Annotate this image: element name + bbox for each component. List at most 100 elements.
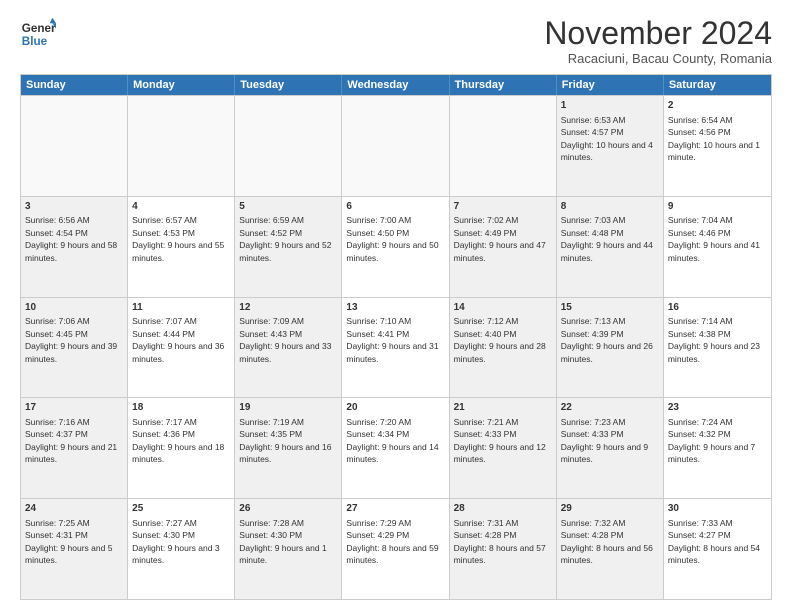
cal-cell-0-0	[21, 96, 128, 196]
header-monday: Monday	[128, 75, 235, 95]
cal-cell-2-6: 16Sunrise: 7:14 AM Sunset: 4:38 PM Dayli…	[664, 298, 771, 398]
cell-info: Sunrise: 7:28 AM Sunset: 4:30 PM Dayligh…	[239, 518, 326, 565]
cal-cell-4-6: 30 Sunrise: 7:33 AM Sunset: 4:27 PM Dayli…	[664, 499, 771, 599]
cell-info: Sunrise: 6:57 AM Sunset: 4:53 PM Dayligh…	[132, 215, 224, 262]
calendar-row-1: 3Sunrise: 6:56 AM Sunset: 4:54 PM Daylig…	[21, 196, 771, 297]
calendar-row-2: 10Sunrise: 7:06 AM Sunset: 4:45 PM Dayli…	[21, 297, 771, 398]
calendar-row-4: 24 Sunrise: 7:25 AM Sunset: 4:31 PM Dayli…	[21, 498, 771, 599]
cal-cell-2-3: 13Sunrise: 7:10 AM Sunset: 4:41 PM Dayli…	[342, 298, 449, 398]
day-number: 14	[454, 301, 552, 315]
cell-info: Sunrise: 7:29 AM Sunset: 4:29 PM Dayligh…	[346, 518, 438, 565]
cal-cell-4-5: 29 Sunrise: 7:32 AM Sunset: 4:28 PM Dayli…	[557, 499, 664, 599]
cal-cell-1-6: 9Sunrise: 7:04 AM Sunset: 4:46 PM Daylig…	[664, 197, 771, 297]
calendar: Sunday Monday Tuesday Wednesday Thursday…	[20, 74, 772, 600]
calendar-row-0: 1Sunrise: 6:53 AM Sunset: 4:57 PM Daylig…	[21, 95, 771, 196]
day-number: 13	[346, 301, 444, 315]
cal-cell-0-1	[128, 96, 235, 196]
day-number: 12	[239, 301, 337, 315]
day-number: 23	[668, 401, 767, 415]
logo-icon: General Blue	[20, 16, 56, 52]
cell-info: Sunrise: 7:14 AM Sunset: 4:38 PM Dayligh…	[668, 316, 760, 363]
month-title: November 2024	[544, 16, 772, 51]
cal-cell-1-4: 7Sunrise: 7:02 AM Sunset: 4:49 PM Daylig…	[450, 197, 557, 297]
cal-cell-0-6: 2 Sunrise: 6:54 AM Sunset: 4:56 PM Daylig…	[664, 96, 771, 196]
day-number: 18	[132, 401, 230, 415]
cal-cell-0-5: 1Sunrise: 6:53 AM Sunset: 4:57 PM Daylig…	[557, 96, 664, 196]
day-number: 26	[239, 502, 337, 516]
cell-info: Sunrise: 7:04 AM Sunset: 4:46 PM Dayligh…	[668, 215, 760, 262]
header-saturday: Saturday	[664, 75, 771, 95]
location-subtitle: Racaciuni, Bacau County, Romania	[544, 51, 772, 66]
day-number: 4	[132, 200, 230, 214]
day-number: 30	[668, 502, 767, 516]
cal-cell-2-2: 12Sunrise: 7:09 AM Sunset: 4:43 PM Dayli…	[235, 298, 342, 398]
cal-cell-2-0: 10Sunrise: 7:06 AM Sunset: 4:45 PM Dayli…	[21, 298, 128, 398]
cell-info: Sunrise: 7:31 AM Sunset: 4:28 PM Dayligh…	[454, 518, 546, 565]
cal-cell-1-5: 8Sunrise: 7:03 AM Sunset: 4:48 PM Daylig…	[557, 197, 664, 297]
cell-info: Sunrise: 7:25 AM Sunset: 4:31 PM Dayligh…	[25, 518, 112, 565]
cell-info: Sunrise: 7:02 AM Sunset: 4:49 PM Dayligh…	[454, 215, 546, 262]
cal-cell-0-4	[450, 96, 557, 196]
svg-text:Blue: Blue	[22, 35, 48, 48]
cell-info: Sunrise: 7:19 AM Sunset: 4:35 PM Dayligh…	[239, 417, 331, 464]
header-friday: Friday	[557, 75, 664, 95]
cal-cell-1-3: 6Sunrise: 7:00 AM Sunset: 4:50 PM Daylig…	[342, 197, 449, 297]
logo: General Blue	[20, 16, 56, 52]
cell-info: Sunrise: 7:33 AM Sunset: 4:27 PM Dayligh…	[668, 518, 760, 565]
cal-cell-4-4: 28Sunrise: 7:31 AM Sunset: 4:28 PM Dayli…	[450, 499, 557, 599]
cell-info: Sunrise: 7:21 AM Sunset: 4:33 PM Dayligh…	[454, 417, 546, 464]
cal-cell-4-1: 25Sunrise: 7:27 AM Sunset: 4:30 PM Dayli…	[128, 499, 235, 599]
cal-cell-3-0: 17Sunrise: 7:16 AM Sunset: 4:37 PM Dayli…	[21, 398, 128, 498]
day-number: 22	[561, 401, 659, 415]
cal-cell-3-1: 18 Sunrise: 7:17 AM Sunset: 4:36 PM Dayli…	[128, 398, 235, 498]
cell-info: Sunrise: 6:59 AM Sunset: 4:52 PM Dayligh…	[239, 215, 331, 262]
day-number: 19	[239, 401, 337, 415]
cal-cell-3-5: 22 Sunrise: 7:23 AM Sunset: 4:33 PM Dayli…	[557, 398, 664, 498]
header-tuesday: Tuesday	[235, 75, 342, 95]
cal-cell-4-0: 24 Sunrise: 7:25 AM Sunset: 4:31 PM Dayli…	[21, 499, 128, 599]
cell-info: Sunrise: 7:23 AM Sunset: 4:33 PM Dayligh…	[561, 417, 648, 464]
cell-info: Sunrise: 7:17 AM Sunset: 4:36 PM Dayligh…	[132, 417, 224, 464]
header-thursday: Thursday	[450, 75, 557, 95]
cell-info: Sunrise: 6:54 AM Sunset: 4:56 PM Dayligh…	[668, 115, 760, 162]
cell-info: Sunrise: 7:09 AM Sunset: 4:43 PM Dayligh…	[239, 316, 331, 363]
cell-info: Sunrise: 7:10 AM Sunset: 4:41 PM Dayligh…	[346, 316, 438, 363]
cal-cell-2-5: 15Sunrise: 7:13 AM Sunset: 4:39 PM Dayli…	[557, 298, 664, 398]
cell-info: Sunrise: 7:24 AM Sunset: 4:32 PM Dayligh…	[668, 417, 755, 464]
day-number: 2	[668, 99, 767, 113]
title-section: November 2024 Racaciuni, Bacau County, R…	[544, 16, 772, 66]
cal-cell-0-3	[342, 96, 449, 196]
header-sunday: Sunday	[21, 75, 128, 95]
cal-cell-3-2: 19 Sunrise: 7:19 AM Sunset: 4:35 PM Dayli…	[235, 398, 342, 498]
cal-cell-4-2: 26 Sunrise: 7:28 AM Sunset: 4:30 PM Dayli…	[235, 499, 342, 599]
cell-info: Sunrise: 7:32 AM Sunset: 4:28 PM Dayligh…	[561, 518, 653, 565]
cal-cell-1-0: 3Sunrise: 6:56 AM Sunset: 4:54 PM Daylig…	[21, 197, 128, 297]
cal-cell-3-4: 21Sunrise: 7:21 AM Sunset: 4:33 PM Dayli…	[450, 398, 557, 498]
day-number: 11	[132, 301, 230, 315]
cell-info: Sunrise: 7:03 AM Sunset: 4:48 PM Dayligh…	[561, 215, 653, 262]
cell-info: Sunrise: 7:16 AM Sunset: 4:37 PM Dayligh…	[25, 417, 117, 464]
header-wednesday: Wednesday	[342, 75, 449, 95]
cell-info: Sunrise: 7:06 AM Sunset: 4:45 PM Dayligh…	[25, 316, 117, 363]
day-number: 24	[25, 502, 123, 516]
svg-text:General: General	[22, 22, 56, 35]
cell-info: Sunrise: 7:07 AM Sunset: 4:44 PM Dayligh…	[132, 316, 224, 363]
cell-info: Sunrise: 7:12 AM Sunset: 4:40 PM Dayligh…	[454, 316, 546, 363]
cell-info: Sunrise: 6:56 AM Sunset: 4:54 PM Dayligh…	[25, 215, 117, 262]
cal-cell-1-1: 4Sunrise: 6:57 AM Sunset: 4:53 PM Daylig…	[128, 197, 235, 297]
page: General Blue November 2024 Racaciuni, Ba…	[0, 0, 792, 612]
day-number: 9	[668, 200, 767, 214]
cal-cell-3-3: 20Sunrise: 7:20 AM Sunset: 4:34 PM Dayli…	[342, 398, 449, 498]
calendar-header: Sunday Monday Tuesday Wednesday Thursday…	[21, 75, 771, 95]
cell-info: Sunrise: 7:20 AM Sunset: 4:34 PM Dayligh…	[346, 417, 438, 464]
day-number: 7	[454, 200, 552, 214]
cell-info: Sunrise: 7:00 AM Sunset: 4:50 PM Dayligh…	[346, 215, 438, 262]
cal-cell-4-3: 27Sunrise: 7:29 AM Sunset: 4:29 PM Dayli…	[342, 499, 449, 599]
day-number: 3	[25, 200, 123, 214]
calendar-row-3: 17Sunrise: 7:16 AM Sunset: 4:37 PM Dayli…	[21, 397, 771, 498]
day-number: 15	[561, 301, 659, 315]
cal-cell-2-1: 11Sunrise: 7:07 AM Sunset: 4:44 PM Dayli…	[128, 298, 235, 398]
calendar-body: 1Sunrise: 6:53 AM Sunset: 4:57 PM Daylig…	[21, 95, 771, 599]
day-number: 29	[561, 502, 659, 516]
cal-cell-0-2	[235, 96, 342, 196]
